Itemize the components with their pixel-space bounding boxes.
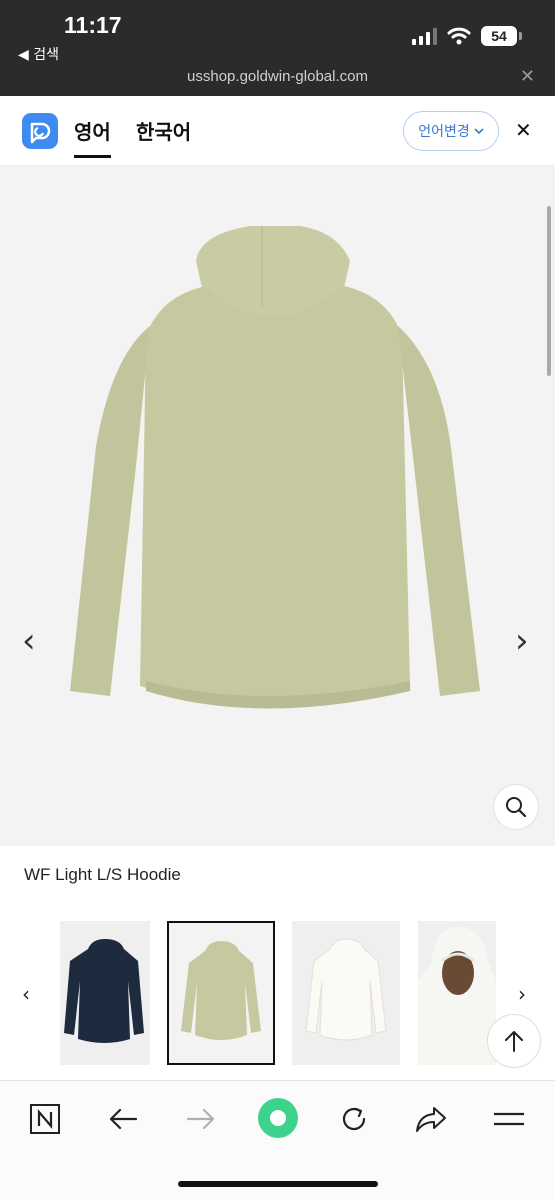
white-hoodie-icon: [305, 938, 387, 1041]
share-icon: [416, 1107, 446, 1132]
papago-logo-icon: [22, 113, 58, 149]
zoom-button[interactable]: [493, 784, 539, 830]
language-change-button[interactable]: 언어변경: [403, 111, 499, 151]
scroll-to-top-button[interactable]: [487, 1014, 541, 1068]
back-to-search-link[interactable]: ◀ 검색: [18, 44, 59, 64]
carousel-next-button[interactable]: ›: [515, 621, 529, 661]
carousel-prev-button[interactable]: ‹: [22, 621, 36, 661]
status-icons: 54: [412, 26, 522, 46]
address-bar-url[interactable]: usshop.goldwin-global.com: [0, 68, 555, 85]
naver-home-button[interactable]: [21, 1099, 69, 1139]
refresh-button[interactable]: [330, 1099, 378, 1139]
back-button[interactable]: [99, 1099, 147, 1139]
sage-hoodie-icon: [181, 941, 261, 1040]
wifi-icon: [447, 27, 471, 45]
naver-n-icon: [30, 1104, 60, 1134]
tab-korean[interactable]: 한국어: [136, 116, 191, 145]
arrow-up-icon: [505, 1031, 523, 1052]
status-time: 11:17: [64, 12, 122, 38]
forward-arrow-icon: [186, 1108, 215, 1130]
thumbnail-navy[interactable]: [60, 921, 150, 1065]
translate-close-button[interactable]: ✕: [515, 118, 532, 142]
status-and-url-bar: 11:17 ◀ 검색 54 usshop.goldwin-global.com …: [0, 0, 555, 96]
green-record-icon: [258, 1098, 298, 1138]
thumbnail-prev-button[interactable]: ‹: [22, 982, 30, 1006]
product-name: WF Light L/S Hoodie: [24, 865, 181, 884]
menu-button[interactable]: [485, 1099, 533, 1139]
url-close-icon[interactable]: ✕: [520, 66, 535, 87]
model-wearing-hood-icon: [418, 927, 496, 1065]
forward-button[interactable]: [177, 1099, 225, 1139]
battery-icon: 54: [481, 26, 522, 46]
thumbnail-next-button[interactable]: ›: [518, 982, 526, 1006]
thumbnail-white[interactable]: [292, 921, 400, 1065]
language-change-label: 언어변경: [418, 124, 470, 140]
thumbnail-model[interactable]: [418, 921, 496, 1065]
page-scrollbar[interactable]: [547, 206, 551, 376]
cellular-signal-icon: [412, 27, 437, 45]
product-image-carousel[interactable]: ‹ ›: [0, 166, 555, 846]
back-arrow-icon: [109, 1108, 138, 1130]
green-dot-button[interactable]: [253, 1093, 303, 1143]
home-indicator[interactable]: [178, 1181, 378, 1187]
translate-bar: 영어 한국어 언어변경 ✕: [0, 96, 555, 166]
chevron-down-icon: [474, 128, 484, 135]
share-button[interactable]: [407, 1099, 455, 1139]
product-hoodie-image: [70, 226, 480, 709]
refresh-icon: [342, 1107, 366, 1131]
search-icon: [506, 797, 527, 818]
thumbnail-sage[interactable]: [167, 921, 275, 1065]
tab-english[interactable]: 영어: [74, 116, 111, 158]
navy-hoodie-icon: [64, 939, 144, 1043]
menu-icon: [494, 1112, 524, 1126]
